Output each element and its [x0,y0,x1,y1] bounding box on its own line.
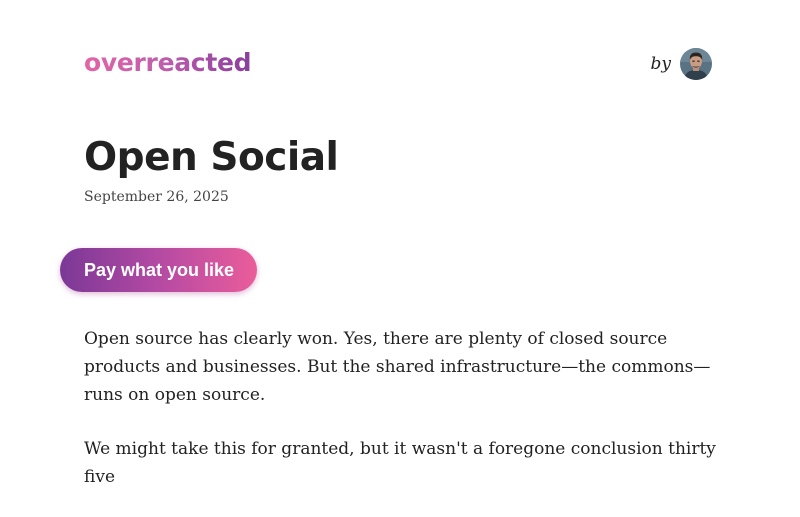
post-date: September 26, 2025 [84,189,229,205]
author-avatar[interactable] [680,48,712,80]
by-label: by [650,54,672,74]
post-paragraph: Open source has clearly won. Yes, there … [84,329,711,405]
post-paragraph: We might take this for granted, but it w… [84,439,716,487]
avatar-icon [680,48,712,80]
site-header: overreacted by [84,46,712,82]
byline: by [650,48,712,80]
site-logo-link[interactable]: overreacted [84,46,252,80]
pay-what-you-like-button[interactable]: Pay what you like [60,248,257,292]
post-body: Open source has clearly won. Yes, there … [84,325,724,517]
post-title: Open Social [84,135,339,180]
